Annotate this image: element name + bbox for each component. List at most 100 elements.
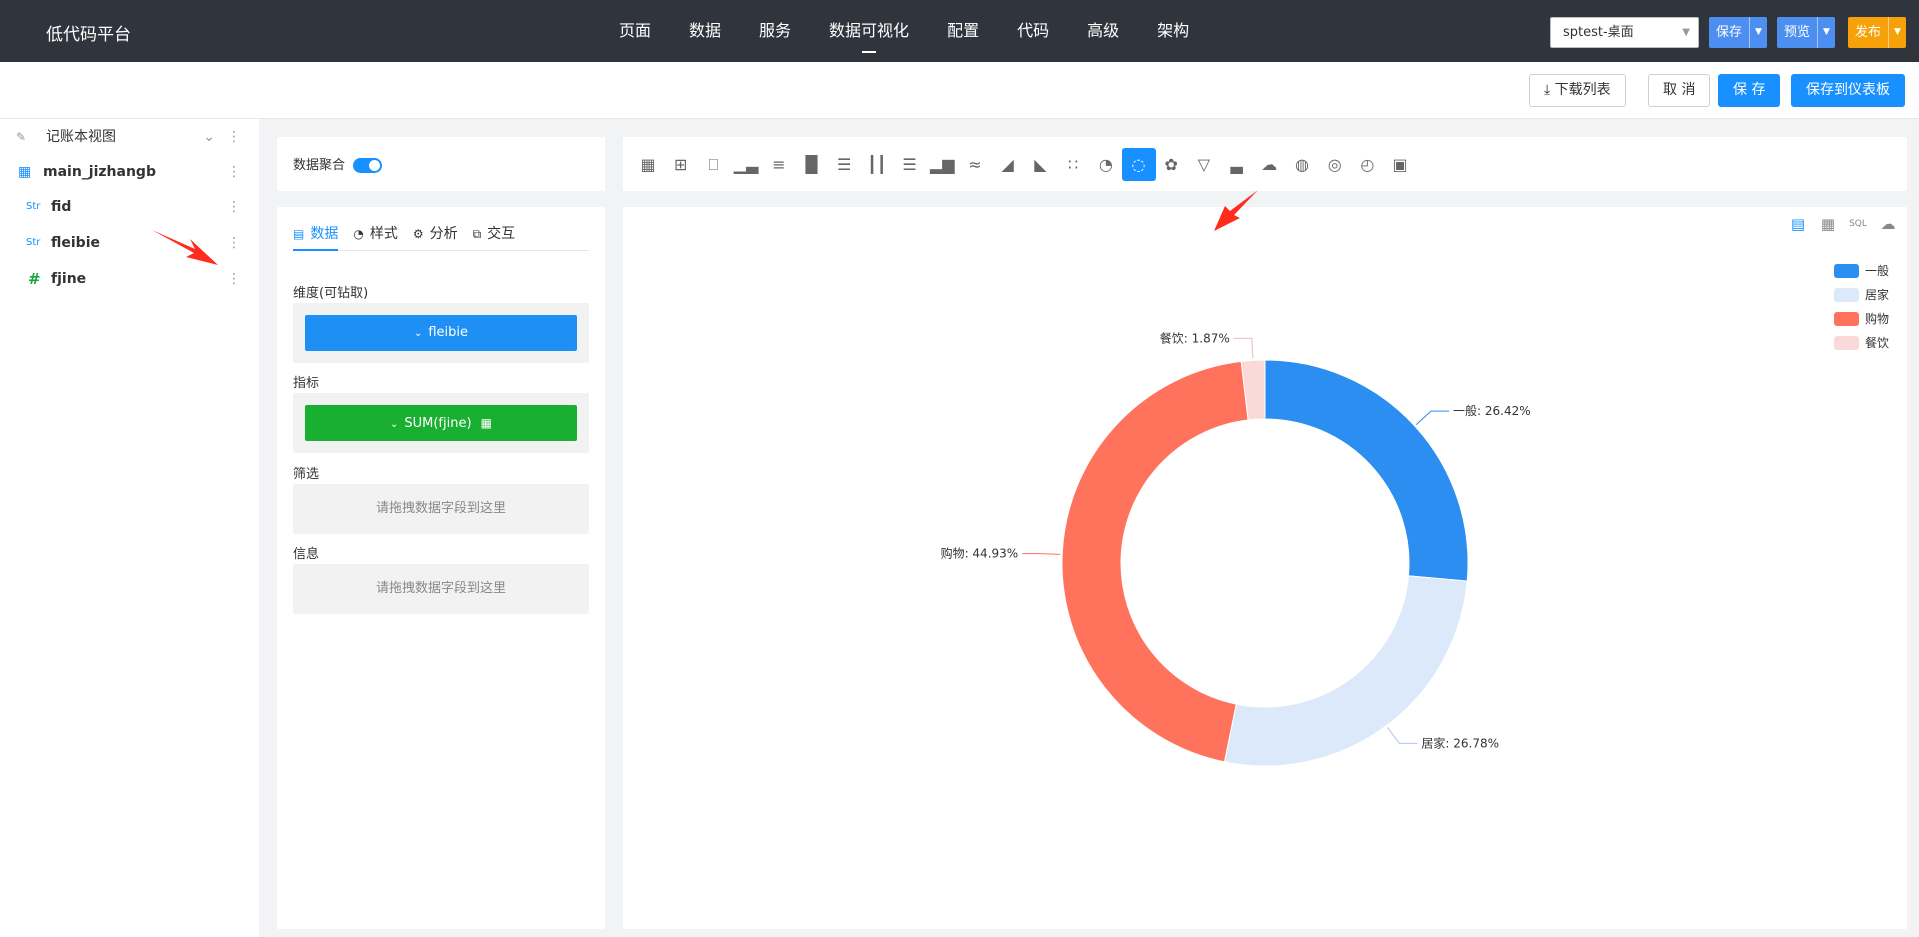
pivot-table-icon[interactable]: ⊞ (664, 148, 698, 181)
donut-slice-2[interactable] (1061, 360, 1249, 763)
filter-label: 筛选 (293, 467, 320, 482)
download-list-button[interactable]: ⤓ 下载列表 (1529, 74, 1626, 107)
preview-split-button[interactable]: 预览 ▼ (1777, 17, 1836, 48)
metric-pill[interactable]: ⌄ SUM(fjine) ▦ (305, 405, 577, 441)
grouped-column-icon[interactable]: ▐▌ (795, 148, 829, 181)
string-type-icon: Str (26, 201, 41, 212)
stacked-column-icon[interactable]: ┃┃ (860, 148, 894, 181)
legend-swatch-3 (1833, 336, 1859, 350)
field-row-fid[interactable]: Str fid ⋮ (0, 192, 259, 222)
text-card-icon[interactable]: ▣ (1383, 148, 1417, 181)
nav-item-advanced[interactable]: 高级 (1068, 0, 1138, 62)
chevron-down-icon: ⌄ (389, 419, 399, 430)
chevron-down-icon[interactable]: ⌄ (203, 122, 215, 152)
label-leader-line-2 (1022, 553, 1061, 555)
grouped-bar-icon[interactable]: ☰ (827, 148, 861, 181)
bar-line-icon[interactable]: ▃ (1220, 148, 1254, 181)
nav-item-code[interactable]: 代码 (998, 0, 1068, 62)
stacked-area-icon[interactable]: ◣ (1023, 148, 1057, 181)
dataset-tree-panel: ✎ 记账本视图 ⌄ ⋮ ▦ main_jizhangb ⋮ Str fid ⋮ … (0, 119, 259, 937)
slice-label-1: 居家: 26.78% (1421, 735, 1499, 750)
tab-interaction[interactable]: ⧉ 交互 (473, 217, 516, 251)
map-icon[interactable]: ◍ (1285, 148, 1319, 181)
globe-icon[interactable]: ◎ (1318, 148, 1352, 181)
scatter-icon[interactable]: ∷ (1056, 148, 1090, 181)
metric-label: 指标 (293, 376, 320, 391)
legend-item[interactable]: 购物 (1833, 307, 1889, 331)
dimension-drop-zone[interactable]: ⌄ fleibie (293, 303, 589, 363)
more-vertical-icon[interactable]: ⋮ (227, 228, 241, 258)
tab-data[interactable]: ▤ 数据 (293, 217, 339, 251)
legend-item[interactable]: 居家 (1833, 283, 1889, 307)
gauge-icon[interactable]: ◴ (1350, 148, 1384, 181)
app-select[interactable]: sptest-桌面 ▼ (1550, 17, 1699, 48)
table-row[interactable]: ▦ main_jizhangb ⋮ (0, 157, 259, 187)
bar-chart-icon[interactable]: ≡ (762, 148, 796, 181)
tab-analysis[interactable]: ⚙ 分析 (413, 217, 458, 251)
save-button-label: 保存 (1716, 25, 1743, 40)
donut-chart-icon[interactable]: ◌ (1121, 148, 1156, 181)
metric-drop-zone[interactable]: ⌄ SUM(fjine) ▦ (293, 393, 589, 453)
download-list-label: 下载列表 (1554, 82, 1611, 98)
field-row-fjine[interactable]: # fjine ⋮ (0, 264, 259, 294)
nav-item-data[interactable]: 数据 (670, 0, 740, 62)
label-leader-line-3 (1233, 337, 1254, 359)
chart-config-panel: ▤ 数据 ◔ 样式 ⚙ 分析 ⧉ 交互 维度(可钻取) ⌄ fleibie 指标 ⌄ SUM… (277, 207, 605, 929)
save-button[interactable]: 保 存 (1718, 74, 1781, 107)
more-vertical-icon[interactable]: ⋮ (227, 122, 241, 152)
edit-icon[interactable]: ✎ (16, 122, 26, 152)
more-vertical-icon[interactable]: ⋮ (227, 157, 241, 187)
pie-chart-icon[interactable]: ◔ (1089, 148, 1123, 181)
table-name: main_jizhangb (43, 164, 156, 180)
config-tabs: ▤ 数据 ◔ 样式 ⚙ 分析 ⧉ 交互 (293, 217, 589, 251)
nav-item-data-visualization[interactable]: 数据可视化 (810, 0, 928, 62)
stacked-bar-icon[interactable]: ☰ (893, 148, 927, 181)
aggregate-toggle[interactable] (353, 158, 382, 173)
legend-item[interactable]: 一般 (1833, 259, 1889, 283)
field-name: fid (51, 199, 72, 215)
calculator-icon[interactable]: ▦ (481, 416, 492, 430)
dimension-label: 维度(可钻取) (293, 286, 369, 301)
nav-item-page[interactable]: 页面 (600, 0, 670, 62)
donut-chart: 一般: 26.42% 居家: 26.78% 购物: 44.93% 餐饮: 1.87% (941, 330, 1531, 767)
view-row[interactable]: ✎ 记账本视图 ⌄ ⋮ (0, 122, 259, 152)
combo-column-icon[interactable]: ▂▆ (925, 148, 959, 181)
funnel-icon[interactable]: ▽ (1187, 148, 1221, 181)
dimension-pill[interactable]: ⌄ fleibie (305, 315, 577, 351)
tab-style[interactable]: ◔ 样式 (353, 217, 397, 251)
caret-down-icon[interactable]: ▼ (1817, 17, 1835, 48)
field-name: fjine (51, 271, 87, 287)
table-icon: ▦ (18, 164, 32, 180)
save-to-dashboard-button[interactable]: 保存到仪表板 (1791, 74, 1905, 107)
caret-down-icon[interactable]: ▼ (1749, 17, 1767, 48)
red-arrow-annotation (152, 230, 218, 265)
caret-down-icon[interactable]: ▼ (1888, 17, 1906, 48)
nav-item-service[interactable]: 服务 (740, 0, 810, 62)
publish-split-button[interactable]: 发布 ▼ (1848, 17, 1907, 48)
label-leader-line-0 (1415, 410, 1450, 426)
nav-item-architecture[interactable]: 架构 (1138, 0, 1208, 62)
rose-chart-icon[interactable]: ✿ (1154, 148, 1188, 181)
save-split-button[interactable]: 保存 ▼ (1709, 17, 1768, 48)
more-vertical-icon[interactable]: ⋮ (227, 192, 241, 222)
line-chart-icon[interactable]: ≈ (958, 148, 992, 181)
cancel-button[interactable]: 取 消 (1648, 74, 1711, 107)
legend-item[interactable]: 餐饮 (1833, 331, 1889, 355)
number-card-icon[interactable]: ⎕ (696, 148, 730, 181)
column-chart-icon[interactable]: ▁▃ (729, 148, 763, 181)
aggregate-panel: 数据聚合 (277, 137, 605, 191)
more-vertical-icon[interactable]: ⋮ (227, 264, 241, 294)
style-icon: ◔ (353, 227, 364, 241)
word-cloud-icon[interactable]: ☁ (1252, 148, 1286, 181)
field-row-fleibie[interactable]: Str fleibie ⋮ (0, 228, 259, 258)
area-chart-icon[interactable]: ◢ (991, 148, 1025, 181)
table-icon[interactable]: ▦ (631, 148, 665, 181)
legend-swatch-1 (1833, 288, 1859, 302)
red-arrow-annotation (1214, 190, 1258, 231)
nav-item-config[interactable]: 配置 (928, 0, 998, 62)
filter-drop-zone[interactable]: 请拖拽数据字段到这里 (293, 484, 589, 534)
interact-icon: ⧉ (472, 227, 482, 241)
info-drop-zone[interactable]: 请拖拽数据字段到这里 (293, 564, 589, 614)
analysis-icon: ⚙ (412, 227, 424, 241)
donut-slice-0[interactable] (1264, 359, 1469, 582)
